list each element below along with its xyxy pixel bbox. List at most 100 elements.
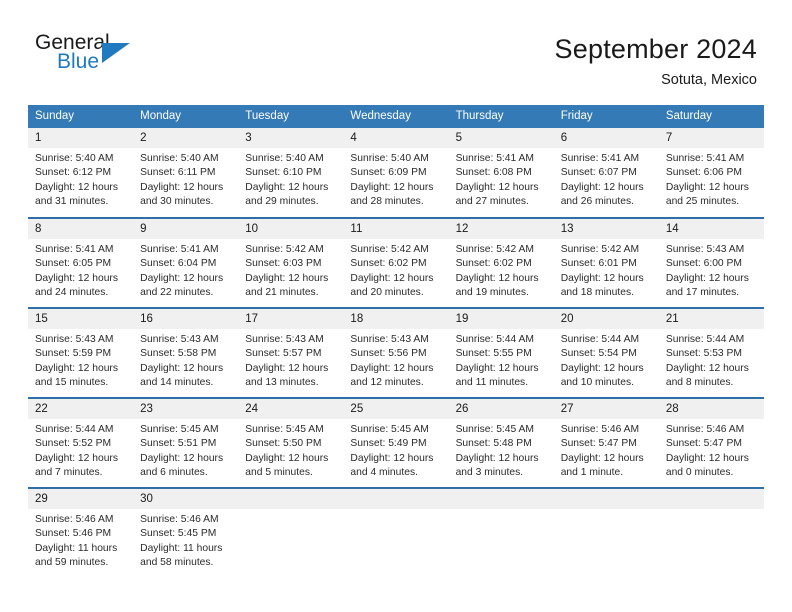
day-cell[interactable]: 7 Sunrise: 5:41 AM Sunset: 6:06 PM Dayli… [658, 127, 764, 218]
title-block: September 2024 Sotuta, Mexico [555, 32, 757, 89]
daylight-text-line2: and 0 minutes. [665, 467, 734, 479]
day-cell[interactable]: 5 Sunrise: 5:41 AM Sunset: 6:08 PM Dayli… [448, 127, 554, 218]
weekday-header-monday: Monday [133, 105, 239, 128]
sunset-text: Sunset: 6:11 PM [140, 167, 216, 179]
daylight-text-line2: and 8 minutes. [665, 377, 734, 389]
calendar-body: 1 Sunrise: 5:40 AM Sunset: 6:12 PM Dayli… [28, 127, 764, 578]
daylight-text-line1: Daylight: 12 hours [560, 452, 644, 464]
day-cell[interactable]: 22 Sunrise: 5:44 AM Sunset: 5:52 PM Dayl… [28, 396, 134, 488]
sunset-text: Sunset: 6:09 PM [350, 167, 427, 179]
sunset-text: Sunset: 6:04 PM [140, 258, 217, 270]
sunset-text: Sunset: 5:56 PM [350, 348, 427, 360]
sunrise-text: Sunrise: 5:43 AM [35, 333, 114, 345]
day-number: 28 [658, 398, 764, 419]
day-cell[interactable]: 27 Sunrise: 5:46 AM Sunset: 5:47 PM Dayl… [553, 396, 659, 488]
sunrise-text: Sunrise: 5:43 AM [140, 333, 219, 345]
day-cell[interactable]: 6 Sunrise: 5:41 AM Sunset: 6:07 PM Dayli… [553, 127, 659, 218]
day-cell[interactable]: 11 Sunrise: 5:42 AM Sunset: 6:02 PM Dayl… [343, 216, 449, 308]
daylight-text-line2: and 25 minutes. [665, 196, 740, 208]
day-cell[interactable]: 19 Sunrise: 5:44 AM Sunset: 5:55 PM Dayl… [448, 306, 554, 398]
daylight-text-line1: Daylight: 12 hours [560, 181, 644, 193]
day-number: 29 [28, 488, 134, 509]
daylight-text-line1: Daylight: 12 hours [560, 362, 644, 374]
daylight-text-line1: Daylight: 12 hours [665, 362, 749, 374]
daylight-text-line1: Daylight: 12 hours [140, 272, 224, 284]
sunrise-text: Sunrise: 5:45 AM [140, 423, 219, 435]
day-cell[interactable]: 1 Sunrise: 5:40 AM Sunset: 6:12 PM Dayli… [28, 127, 134, 218]
day-cell[interactable]: 4 Sunrise: 5:40 AM Sunset: 6:09 PM Dayli… [343, 127, 449, 218]
day-cell[interactable]: 10 Sunrise: 5:42 AM Sunset: 6:03 PM Dayl… [238, 216, 344, 308]
daylight-text-line1: Daylight: 12 hours [35, 362, 118, 374]
day-number: 16 [133, 308, 239, 329]
brand-logo[interactable]: General Blue [35, 32, 145, 84]
day-details: Sunrise: 5:45 AM Sunset: 5:50 PM Dayligh… [238, 419, 343, 481]
sunset-text: Sunset: 6:02 PM [350, 258, 427, 270]
day-cell[interactable]: 21 Sunrise: 5:44 AM Sunset: 5:53 PM Dayl… [658, 306, 764, 398]
day-cell[interactable]: 13 Sunrise: 5:42 AM Sunset: 6:01 PM Dayl… [553, 216, 659, 308]
day-cell[interactable]: 2 Sunrise: 5:40 AM Sunset: 6:11 PM Dayli… [133, 127, 239, 218]
day-number: 27 [553, 398, 659, 419]
sunrise-text: Sunrise: 5:43 AM [350, 333, 429, 345]
sunset-text: Sunset: 5:47 PM [665, 438, 742, 450]
day-cell[interactable]: 24 Sunrise: 5:45 AM Sunset: 5:50 PM Dayl… [238, 396, 344, 488]
logo-text-blue: Blue [57, 50, 100, 73]
day-number: 2 [133, 127, 239, 148]
month-calendar: Sunday Monday Tuesday Wednesday Thursday… [28, 105, 764, 578]
day-number [238, 488, 344, 509]
sunset-text: Sunset: 5:52 PM [35, 438, 112, 450]
day-cell[interactable]: 30 Sunrise: 5:46 AM Sunset: 5:45 PM Dayl… [133, 486, 239, 578]
sunset-text: Sunset: 5:46 PM [35, 528, 112, 540]
day-cell[interactable]: 26 Sunrise: 5:45 AM Sunset: 5:48 PM Dayl… [448, 396, 554, 488]
calendar-week-row: 29 Sunrise: 5:46 AM Sunset: 5:46 PM Dayl… [28, 486, 764, 578]
sunrise-text: Sunrise: 5:42 AM [455, 243, 534, 255]
daylight-text-line2: and 11 minutes. [455, 377, 529, 389]
day-cell[interactable]: 14 Sunrise: 5:43 AM Sunset: 6:00 PM Dayl… [658, 216, 764, 308]
page-title: September 2024 [554, 34, 757, 64]
day-details: Sunrise: 5:46 AM Sunset: 5:45 PM Dayligh… [133, 509, 238, 571]
weekday-header-tuesday: Tuesday [238, 105, 344, 128]
sunrise-text: Sunrise: 5:42 AM [560, 243, 640, 255]
day-cell[interactable]: 9 Sunrise: 5:41 AM Sunset: 6:04 PM Dayli… [133, 216, 239, 308]
day-number: 25 [343, 398, 449, 419]
sunset-text: Sunset: 6:05 PM [35, 258, 112, 270]
day-cell[interactable]: 29 Sunrise: 5:46 AM Sunset: 5:46 PM Dayl… [28, 486, 134, 578]
calendar-page: General Blue September 2024 Sotuta, Mexi… [0, 0, 792, 612]
day-cell[interactable]: 18 Sunrise: 5:43 AM Sunset: 5:56 PM Dayl… [343, 306, 449, 398]
day-cell[interactable]: 12 Sunrise: 5:42 AM Sunset: 6:02 PM Dayl… [448, 216, 554, 308]
daylight-text-line2: and 59 minutes. [35, 557, 109, 569]
day-cell[interactable]: 8 Sunrise: 5:41 AM Sunset: 6:05 PM Dayli… [28, 216, 134, 308]
day-cell[interactable]: 20 Sunrise: 5:44 AM Sunset: 5:54 PM Dayl… [553, 306, 659, 398]
day-number [343, 488, 449, 509]
day-cell[interactable]: 17 Sunrise: 5:43 AM Sunset: 5:57 PM Dayl… [238, 306, 344, 398]
day-cell[interactable]: 15 Sunrise: 5:43 AM Sunset: 5:59 PM Dayl… [28, 306, 134, 398]
sunrise-text: Sunrise: 5:44 AM [560, 333, 640, 345]
sunset-text: Sunset: 6:06 PM [665, 167, 742, 179]
weekday-header-sunday: Sunday [28, 105, 134, 128]
day-cell[interactable]: 25 Sunrise: 5:45 AM Sunset: 5:49 PM Dayl… [343, 396, 449, 488]
sunrise-text: Sunrise: 5:40 AM [35, 152, 114, 164]
day-number: 24 [238, 398, 344, 419]
day-number: 7 [658, 127, 764, 148]
sunset-text: Sunset: 6:07 PM [560, 167, 637, 179]
daylight-text-line2: and 17 minutes. [665, 287, 740, 299]
weekday-header-thursday: Thursday [448, 105, 554, 128]
day-number: 1 [28, 127, 134, 148]
sunrise-text: Sunrise: 5:44 AM [35, 423, 114, 435]
day-cell[interactable]: 3 Sunrise: 5:40 AM Sunset: 6:10 PM Dayli… [238, 127, 344, 218]
daylight-text-line2: and 14 minutes. [140, 377, 214, 389]
daylight-text-line1: Daylight: 12 hours [140, 181, 224, 193]
sunset-text: Sunset: 6:00 PM [665, 258, 742, 270]
sunset-text: Sunset: 5:55 PM [455, 348, 532, 360]
daylight-text-line1: Daylight: 11 hours [35, 542, 118, 554]
day-details: Sunrise: 5:43 AM Sunset: 5:59 PM Dayligh… [28, 329, 133, 391]
day-cell[interactable]: 16 Sunrise: 5:43 AM Sunset: 5:58 PM Dayl… [133, 306, 239, 398]
daylight-text-line2: and 6 minutes. [140, 467, 208, 479]
daylight-text-line2: and 58 minutes. [140, 557, 214, 569]
day-number: 6 [553, 127, 659, 148]
day-cell[interactable]: 28 Sunrise: 5:46 AM Sunset: 5:47 PM Dayl… [658, 396, 764, 488]
day-cell-empty [343, 486, 449, 578]
calendar-week-row: 22 Sunrise: 5:44 AM Sunset: 5:52 PM Dayl… [28, 396, 764, 488]
day-details: Sunrise: 5:40 AM Sunset: 6:09 PM Dayligh… [343, 148, 448, 210]
day-cell[interactable]: 23 Sunrise: 5:45 AM Sunset: 5:51 PM Dayl… [133, 396, 239, 488]
sunrise-text: Sunrise: 5:46 AM [140, 513, 219, 525]
